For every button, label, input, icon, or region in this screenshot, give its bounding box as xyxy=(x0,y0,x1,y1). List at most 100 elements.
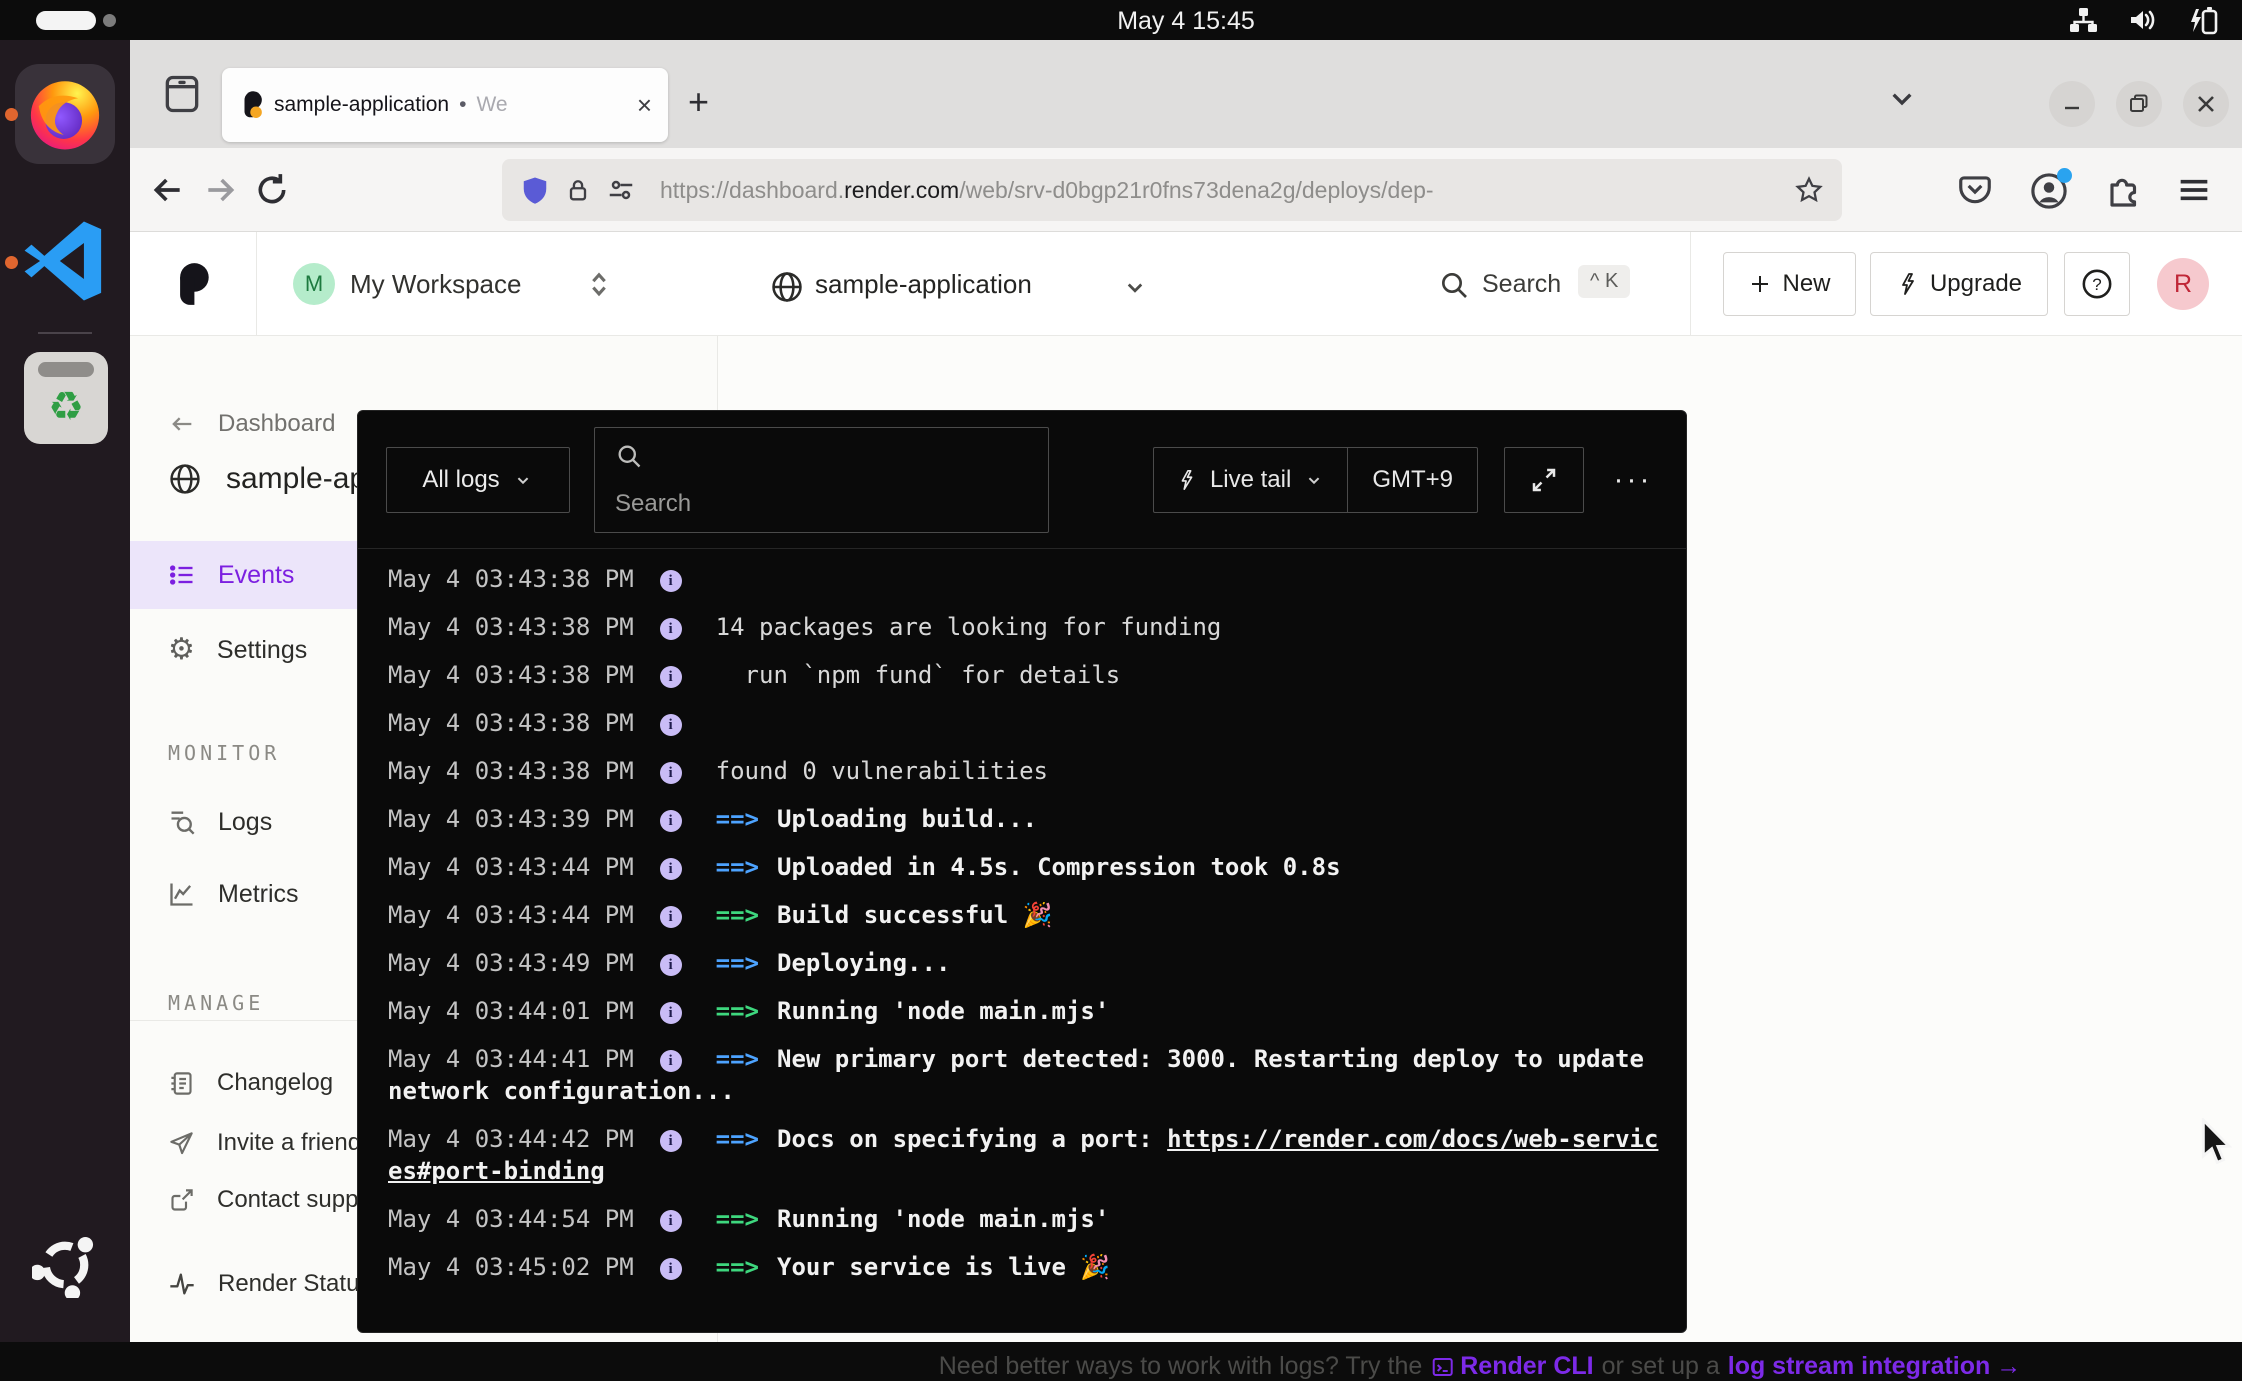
log-message: run `npm fund` for details xyxy=(716,661,1121,689)
lock-icon[interactable] xyxy=(564,175,592,205)
log-arrow: ==> xyxy=(716,997,759,1025)
info-icon: i xyxy=(660,1050,682,1072)
workspace-switcher-chevrons[interactable] xyxy=(582,266,616,302)
vscode-icon xyxy=(22,218,108,304)
close-button[interactable] xyxy=(2183,81,2229,127)
workspace-indicator-dot xyxy=(103,14,116,27)
log-search-input[interactable]: Search xyxy=(594,427,1049,533)
sidebar-item-label: Changelog xyxy=(217,1069,333,1097)
workspace-avatar[interactable]: M xyxy=(293,263,335,305)
timezone-button[interactable]: GMT+9 xyxy=(1348,448,1477,512)
info-icon: i xyxy=(660,1258,682,1280)
reload-button[interactable] xyxy=(252,170,292,210)
firefox-dock-item[interactable] xyxy=(15,64,115,164)
tab-close-button[interactable]: × xyxy=(637,92,652,118)
render-cli-link[interactable]: Render CLI xyxy=(1430,1352,1593,1381)
upgrade-button[interactable]: Upgrade xyxy=(1870,252,2048,316)
log-message: Running 'node main.mjs' xyxy=(777,997,1109,1025)
sidebar-item-label: Metrics xyxy=(218,880,299,909)
globe-icon xyxy=(770,270,804,304)
header-search-label[interactable]: Search xyxy=(1482,270,1561,299)
live-tail-button[interactable]: Live tail xyxy=(1154,448,1348,512)
log-entry: May 4 03:43:38 PMi xyxy=(388,563,1666,595)
vscode-dock-item[interactable] xyxy=(22,218,108,304)
globe-icon xyxy=(168,462,202,496)
bookmark-star-icon[interactable] xyxy=(1794,175,1824,205)
account-button[interactable] xyxy=(2028,170,2070,212)
log-arrow: ==> xyxy=(716,1125,759,1153)
info-icon: i xyxy=(660,714,682,736)
expand-logs-button[interactable] xyxy=(1504,447,1584,513)
log-arrow: ==> xyxy=(716,1205,759,1233)
search-icon[interactable] xyxy=(1438,269,1470,301)
ubuntu-logo-icon xyxy=(32,1232,98,1298)
url-bar[interactable]: https://dashboard.render.com/web/srv-d0b… xyxy=(502,159,1842,221)
log-timestamp: May 4 03:44:42 PM xyxy=(388,1125,634,1153)
timezone-label: GMT+9 xyxy=(1372,466,1453,494)
sidebar-section-monitor: MONITOR xyxy=(168,741,280,765)
bolt-icon xyxy=(1176,467,1198,493)
hamburger-menu-icon[interactable] xyxy=(2174,170,2214,210)
info-icon: i xyxy=(660,858,682,880)
log-filter-dropdown[interactable]: All logs xyxy=(386,447,570,513)
chevron-down-icon xyxy=(1303,469,1325,491)
activities-pill[interactable] xyxy=(36,11,96,30)
pocket-icon[interactable] xyxy=(1956,170,1994,208)
sidebar-section-manage: MANAGE xyxy=(168,991,264,1015)
terminal-icon xyxy=(1430,1355,1454,1379)
workspace-name[interactable]: My Workspace xyxy=(350,269,521,300)
system-clock[interactable]: May 4 15:45 xyxy=(1117,7,1255,36)
log-timestamp: May 4 03:43:44 PM xyxy=(388,901,634,929)
minimize-button[interactable] xyxy=(2049,81,2095,127)
log-entry: May 4 03:44:41 PMi==>New primary port de… xyxy=(388,1043,1666,1107)
log-timestamp: May 4 03:43:44 PM xyxy=(388,853,634,881)
forward-button[interactable] xyxy=(200,170,240,210)
new-button[interactable]: New xyxy=(1723,252,1856,316)
help-button[interactable]: ? xyxy=(2064,252,2130,316)
battery-charging-icon[interactable] xyxy=(2188,6,2218,34)
external-link-icon xyxy=(168,1187,195,1214)
volume-icon[interactable] xyxy=(2128,6,2158,34)
show-apps-button[interactable] xyxy=(32,1232,98,1298)
main-area: Dashboard sample-application Events ⚙ Se… xyxy=(130,336,2242,1342)
new-tab-button[interactable]: + xyxy=(688,84,709,120)
restore-button[interactable] xyxy=(2116,81,2162,127)
sidebar-item-label: Invite a friend xyxy=(217,1129,361,1157)
log-entry: May 4 03:43:38 PMifound 0 vulnerabilitie… xyxy=(388,755,1666,787)
log-timestamp: May 4 03:45:02 PM xyxy=(388,1253,634,1281)
firefox-view-button[interactable] xyxy=(160,72,204,116)
tab-list-chevron-button[interactable] xyxy=(1882,78,1922,118)
mouse-cursor xyxy=(2196,1118,2240,1170)
user-avatar[interactable]: R xyxy=(2157,258,2209,310)
service-chevron-icon[interactable] xyxy=(1120,272,1150,302)
service-switcher[interactable]: sample-application xyxy=(815,269,1032,300)
log-message: Docs on specifying a port: xyxy=(777,1125,1167,1153)
info-icon: i xyxy=(660,1210,682,1232)
active-tab[interactable]: sample-application • We × xyxy=(222,68,668,142)
render-favicon xyxy=(238,90,264,120)
log-filter-label: All logs xyxy=(422,466,499,494)
extensions-puzzle-icon[interactable] xyxy=(2102,170,2142,210)
svg-text:?: ? xyxy=(2092,275,2101,294)
changelog-icon xyxy=(168,1070,195,1097)
tab-separator: • xyxy=(459,93,466,117)
log-arrow: ==> xyxy=(716,949,759,977)
log-arrow: ==> xyxy=(716,1045,759,1073)
vscode-running-dot xyxy=(5,256,18,269)
network-icon[interactable] xyxy=(2068,6,2098,34)
back-button[interactable] xyxy=(148,170,188,210)
back-arrow-icon xyxy=(168,410,196,438)
expand-icon xyxy=(1529,465,1559,495)
trash-dock-item[interactable]: ♻ xyxy=(24,352,108,444)
tracking-protection-shield-icon[interactable] xyxy=(520,174,550,206)
render-logo[interactable] xyxy=(168,262,212,306)
log-entry: May 4 03:43:49 PMi==>Deploying... xyxy=(388,947,1666,979)
permissions-icon[interactable] xyxy=(606,175,636,205)
log-stream-integration-link[interactable]: log stream integration → xyxy=(1728,1352,2022,1381)
more-options-button[interactable]: ··· xyxy=(1608,463,1658,497)
tab-strip: sample-application • We × + xyxy=(130,40,2242,148)
info-icon: i xyxy=(660,906,682,928)
info-icon: i xyxy=(660,1002,682,1024)
firefox-view-icon xyxy=(160,72,204,116)
dock-divider xyxy=(38,332,92,334)
